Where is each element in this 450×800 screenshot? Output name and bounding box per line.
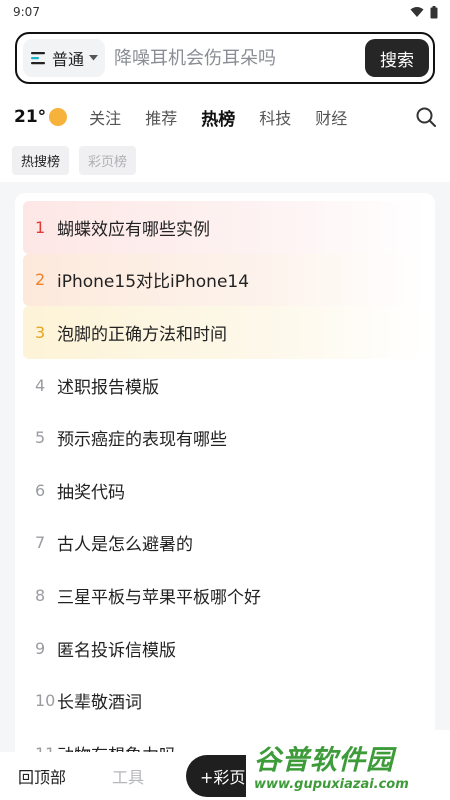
hot-list-item[interactable]: 9 匿名投诉信模版 <box>23 622 427 675</box>
item-title: 述职报告模版 <box>57 377 159 398</box>
rank-number: 5 <box>35 428 46 448</box>
subtab-hot-search[interactable]: 热搜榜 <box>12 145 70 175</box>
add-color-page-label: +彩页 <box>200 768 246 787</box>
back-to-top-button[interactable]: 回顶部 <box>18 764 66 788</box>
weather-widget[interactable]: 21° <box>14 107 68 127</box>
ranking-subtabs: 热搜榜 彩页榜 <box>0 138 450 182</box>
sun-icon <box>49 108 68 126</box>
hot-list-item[interactable]: 3 泡脚的正确方法和时间 <box>23 306 427 359</box>
tools-button[interactable]: 工具 <box>112 764 144 788</box>
hot-list-item[interactable]: 8 三星平板与苹果平板哪个好 <box>23 569 427 622</box>
tab-recommend[interactable]: 推荐 <box>145 105 177 129</box>
search-input[interactable] <box>105 47 365 69</box>
wifi-icon <box>410 7 424 17</box>
watermark-url: www.gupuxiazai.com <box>254 777 409 792</box>
rank-number: 9 <box>35 638 46 658</box>
hot-list-item[interactable]: 1 蝴蝶效应有哪些实例 <box>23 201 427 254</box>
weather-temperature: 21° <box>14 107 47 127</box>
rank-number: 8 <box>35 585 46 605</box>
rank-number: 10 <box>35 691 56 711</box>
tab-finance[interactable]: 财经 <box>315 105 347 129</box>
status-bar: 9:07 <box>0 0 450 24</box>
search-button[interactable]: 搜索 <box>365 39 429 77</box>
rank-number: 4 <box>35 375 46 395</box>
item-title: 抽奖代码 <box>57 482 125 503</box>
watermark-title: 谷普软件园 <box>254 745 394 776</box>
tab-follow[interactable]: 关注 <box>89 105 121 129</box>
hot-list-item[interactable]: 5 预示癌症的表现有哪些 <box>23 411 427 464</box>
tab-tech[interactable]: 科技 <box>259 105 291 129</box>
tab-hot-list[interactable]: 热榜 <box>201 105 235 130</box>
rank-number: 7 <box>35 533 46 553</box>
rank-number: 1 <box>35 217 46 237</box>
subtab-color-page[interactable]: 彩页榜 <box>79 145 137 175</box>
item-title: 预示癌症的表现有哪些 <box>57 430 227 451</box>
caret-down-icon <box>89 55 99 61</box>
item-title: 匿名投诉信模版 <box>57 640 176 661</box>
hot-list-item[interactable]: 7 古人是怎么避暑的 <box>23 517 427 570</box>
item-title: 蝴蝶效应有哪些实例 <box>57 219 210 240</box>
hot-list-item[interactable]: 6 抽奖代码 <box>23 464 427 517</box>
status-time: 9:07 <box>13 5 40 19</box>
item-title: 三星平板与苹果平板哪个好 <box>57 587 261 608</box>
search-mode-select[interactable]: 普通 <box>23 39 106 77</box>
item-title: iPhone15对比iPhone14 <box>57 272 250 293</box>
search-box[interactable]: 普通 搜索 <box>15 32 435 84</box>
hot-list: 1 蝴蝶效应有哪些实例 2 iPhone15对比iPhone14 3 泡脚的正确… <box>15 193 435 800</box>
search-mode-label: 普通 <box>52 50 85 69</box>
item-title: 古人是怎么避暑的 <box>57 535 193 556</box>
item-title: 泡脚的正确方法和时间 <box>57 324 227 345</box>
search-header: 普通 搜索 <box>0 24 450 96</box>
menu-lines-icon <box>31 52 45 65</box>
hot-list-item[interactable]: 10 长辈敬酒词 <box>23 674 427 727</box>
category-nav: 21° 关注 推荐 热榜 科技 财经 <box>0 96 450 138</box>
hot-list-item[interactable]: 2 iPhone15对比iPhone14 <box>23 253 427 307</box>
search-icon[interactable] <box>416 107 436 127</box>
battery-icon <box>430 5 438 18</box>
rank-number: 2 <box>35 270 46 290</box>
item-title: 长辈敬酒词 <box>57 693 142 714</box>
watermark-logo: 谷普软件园 www.gupuxiazai.com <box>246 730 450 800</box>
rank-number: 6 <box>35 480 46 500</box>
rank-number: 3 <box>35 322 46 342</box>
status-icons <box>410 5 438 19</box>
hot-list-item[interactable]: 4 述职报告模版 <box>23 359 427 412</box>
